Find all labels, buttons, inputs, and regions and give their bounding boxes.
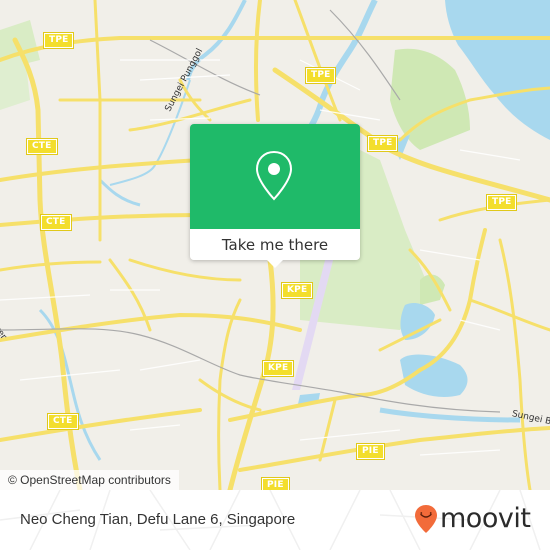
highway-shield-cte: CTE [26,138,58,155]
map-pin-icon [254,150,294,206]
map-attribution[interactable]: © OpenStreetMap contributors [0,470,179,490]
moovit-logo[interactable]: moovit [414,502,531,536]
highway-shield-kpe: KPE [280,282,314,299]
place-name: Neo Cheng Tian, Defu Lane 6, Singapore [20,511,296,528]
take-me-there-button[interactable]: Take me there [190,229,360,260]
highway-shield-tpe: TPE [485,194,518,211]
highway-shield-kpe: KPE [261,360,295,377]
map-view[interactable]: TPE TPE TPE TPE CTE CTE CTE KPE KPE PIE … [0,0,550,490]
popup-pointer [267,260,283,268]
highway-shield-pie: PIE [356,443,385,460]
brand-name: moovit [440,503,531,534]
moovit-pin-icon [415,505,437,533]
popup-header [190,124,360,229]
location-popup: Take me there [190,124,360,268]
highway-shield-tpe: TPE [304,67,337,84]
highway-shield-cte: CTE [47,413,79,430]
highway-shield-pie: PIE [261,477,290,490]
highway-shield-tpe: TPE [42,32,75,49]
highway-shield-cte: CTE [40,214,72,231]
highway-shield-tpe: TPE [366,135,399,152]
footer-bar: Neo Cheng Tian, Defu Lane 6, Singapore m… [0,490,550,550]
